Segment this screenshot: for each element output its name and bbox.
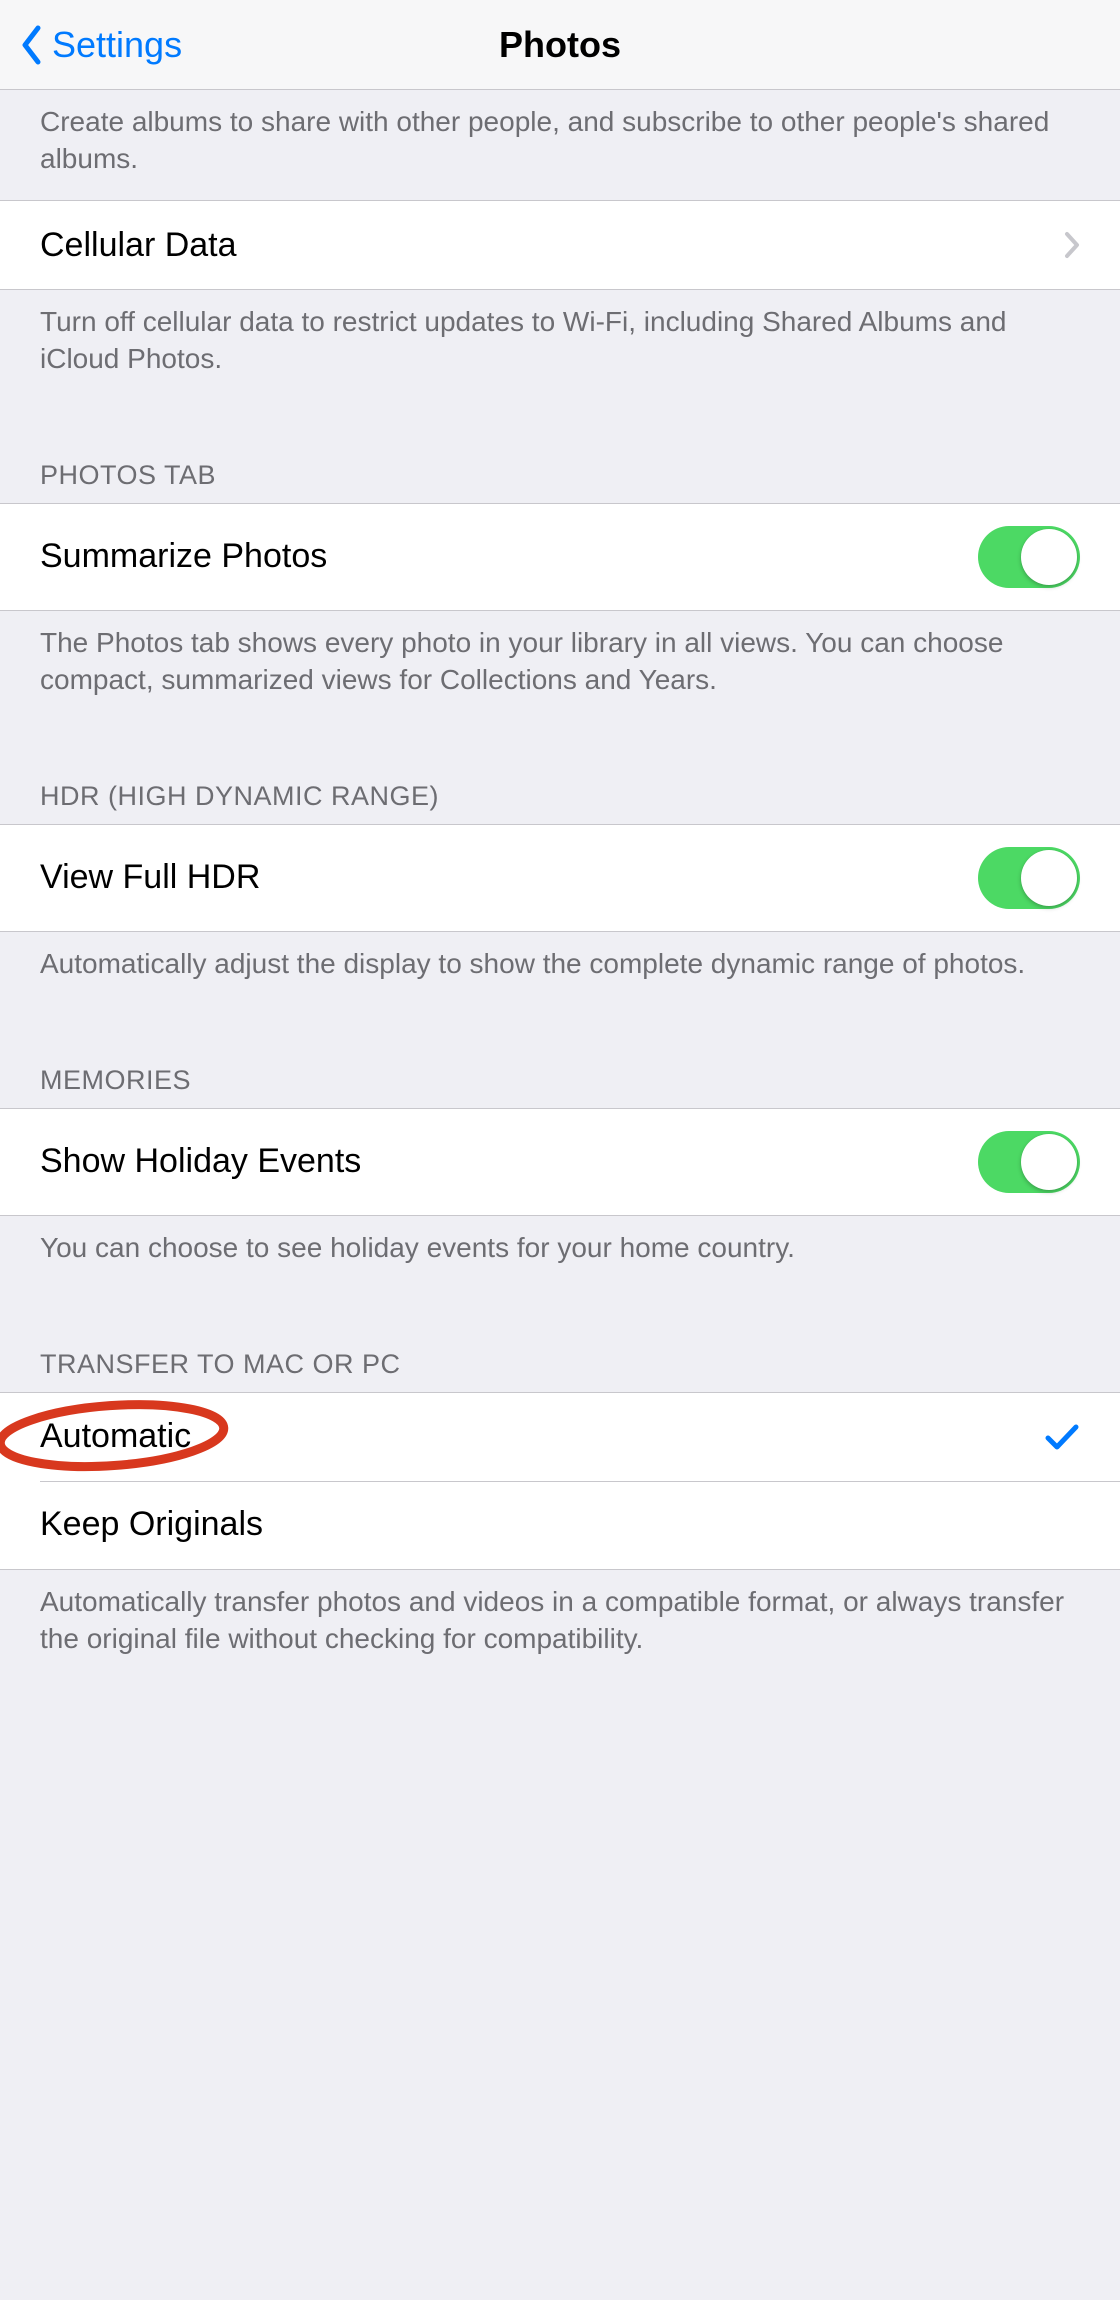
memories-header: MEMORIES — [0, 1005, 1120, 1108]
show-holiday-events-row: Show Holiday Events — [0, 1109, 1120, 1215]
show-holiday-events-toggle[interactable] — [978, 1131, 1080, 1193]
chevron-right-icon — [1064, 231, 1080, 259]
summarize-photos-row: Summarize Photos — [0, 504, 1120, 610]
chevron-left-icon — [20, 25, 42, 65]
photos-tab-header: PHOTOS TAB — [0, 400, 1120, 503]
back-label: Settings — [52, 24, 182, 66]
hdr-footer: Automatically adjust the display to show… — [0, 932, 1120, 1005]
view-full-hdr-toggle[interactable] — [978, 847, 1080, 909]
transfer-keep-originals-row[interactable]: Keep Originals — [0, 1481, 1120, 1569]
memories-group: Show Holiday Events — [0, 1108, 1120, 1216]
hdr-header: HDR (HIGH DYNAMIC RANGE) — [0, 721, 1120, 824]
transfer-group: Automatic Keep Originals — [0, 1392, 1120, 1570]
hdr-group: View Full HDR — [0, 824, 1120, 932]
transfer-header: TRANSFER TO MAC OR PC — [0, 1289, 1120, 1392]
transfer-automatic-row[interactable]: Automatic — [0, 1393, 1120, 1481]
checkmark-icon — [1044, 1422, 1080, 1452]
transfer-keep-originals-label: Keep Originals — [40, 1504, 263, 1545]
back-button[interactable]: Settings — [20, 24, 182, 66]
cellular-data-footer: Turn off cellular data to restrict updat… — [0, 290, 1120, 400]
summarize-photos-label: Summarize Photos — [40, 536, 327, 577]
transfer-automatic-label: Automatic — [40, 1416, 191, 1457]
photos-tab-footer: The Photos tab shows every photo in your… — [0, 611, 1120, 721]
cellular-data-label: Cellular Data — [40, 225, 237, 266]
transfer-footer: Automatically transfer photos and videos… — [0, 1570, 1120, 1680]
summarize-photos-toggle[interactable] — [978, 526, 1080, 588]
photos-tab-group: Summarize Photos — [0, 503, 1120, 611]
show-holiday-events-label: Show Holiday Events — [40, 1141, 361, 1182]
cellular-data-group: Cellular Data — [0, 200, 1120, 290]
shared-albums-footer: Create albums to share with other people… — [0, 90, 1120, 200]
view-full-hdr-label: View Full HDR — [40, 857, 260, 898]
view-full-hdr-row: View Full HDR — [0, 825, 1120, 931]
cellular-data-row[interactable]: Cellular Data — [0, 201, 1120, 289]
navigation-bar: Settings Photos — [0, 0, 1120, 90]
memories-footer: You can choose to see holiday events for… — [0, 1216, 1120, 1289]
